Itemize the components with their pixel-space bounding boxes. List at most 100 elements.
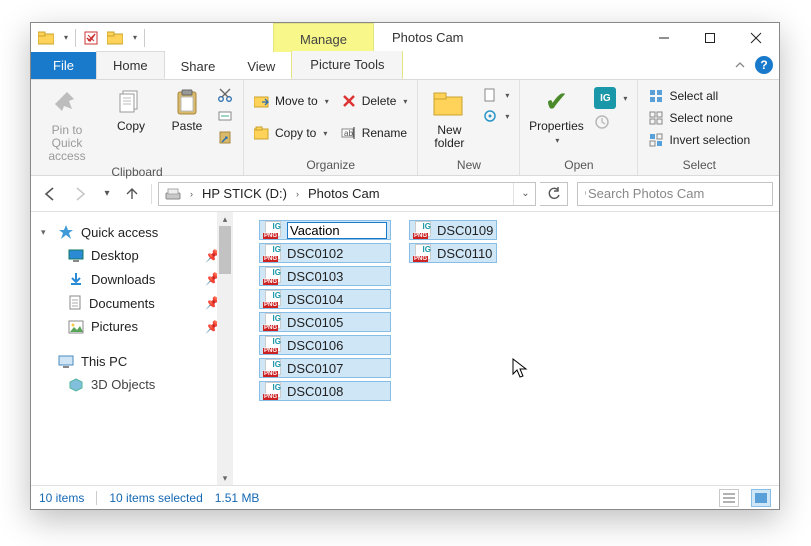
properties-checkmark-icon: ✔	[540, 86, 572, 118]
search-input[interactable]	[586, 185, 766, 202]
paste-button[interactable]: Paste	[165, 84, 209, 133]
address-drive-icon[interactable]	[159, 183, 187, 205]
file-name: DSC0108	[287, 384, 343, 399]
tab-share[interactable]: Share	[165, 53, 232, 79]
status-selected-count: 10 items selected	[109, 491, 202, 505]
file-item-renaming[interactable]: IGPNG	[259, 220, 391, 240]
qat-properties-icon[interactable]	[80, 27, 102, 49]
open-with-button[interactable]: IG▾	[590, 86, 631, 110]
file-item[interactable]: IGPNG DSC0104	[259, 289, 391, 309]
maximize-button[interactable]	[687, 23, 733, 52]
properties-button[interactable]: ✔ Properties ▾	[526, 84, 586, 147]
delete-button[interactable]: Delete▾	[337, 92, 412, 110]
collapse-ribbon-button[interactable]	[733, 58, 749, 74]
rename-icon: ab	[341, 125, 357, 141]
rename-button[interactable]: ab Rename	[337, 124, 412, 142]
file-item[interactable]: IGPNGDSC0110	[409, 243, 497, 263]
refresh-button[interactable]	[540, 182, 568, 206]
group-open: ✔ Properties ▾ IG▾ Open	[520, 80, 638, 175]
nav-3d-objects[interactable]: 3D Objects	[31, 373, 230, 396]
nav-documents[interactable]: Documents 📌	[31, 291, 230, 315]
navigation-bar: ▾ › HP STICK (D:) › Photos Cam ⌄	[31, 176, 779, 212]
scroll-down-button[interactable]: ▾	[217, 471, 231, 485]
file-name: DSC0106	[287, 338, 343, 353]
address-caret[interactable]: ›	[187, 189, 196, 199]
png-file-icon: IGPNG	[263, 267, 283, 285]
file-name: DSC0104	[287, 292, 343, 307]
qat-folder-icon[interactable]	[35, 27, 57, 49]
select-all-button[interactable]: Select all	[644, 87, 754, 105]
copy-to-button[interactable]: Copy to▾	[250, 124, 333, 142]
tab-home[interactable]: Home	[96, 51, 165, 79]
address-segment-folder[interactable]: Photos Cam	[302, 183, 386, 205]
group-clipboard: Pin to Quick access Copy Paste	[31, 80, 244, 175]
scroll-thumb[interactable]	[219, 226, 231, 274]
copy-path-button[interactable]	[213, 107, 237, 125]
navpane-scrollbar[interactable]: ▴ ▾	[217, 212, 231, 485]
nav-this-pc[interactable]: ▸ This PC	[31, 350, 230, 373]
invert-selection-button[interactable]: Invert selection	[644, 131, 754, 149]
ribbon: Pin to Quick access Copy Paste	[31, 80, 779, 176]
file-item[interactable]: IGPNGDSC0107	[259, 358, 391, 378]
file-name: DSC0107	[287, 361, 343, 376]
cut-button[interactable]	[213, 86, 237, 104]
paste-shortcut-button[interactable]	[213, 128, 237, 146]
address-segment-drive[interactable]: HP STICK (D:)	[196, 183, 293, 205]
rename-input[interactable]	[287, 222, 387, 239]
back-button[interactable]	[37, 181, 63, 207]
paste-icon	[171, 86, 203, 118]
file-item[interactable]: IGPNGDSC0109	[409, 220, 497, 240]
pc-icon	[58, 355, 74, 369]
up-button[interactable]	[119, 181, 145, 207]
pin-to-quick-access-button[interactable]: Pin to Quick access	[37, 84, 97, 163]
file-list[interactable]: IGPNG IGPNGDSC0102IGPNGDSC0103IGPNGDSC01…	[231, 212, 779, 485]
downloads-icon	[68, 271, 84, 287]
scroll-up-button[interactable]: ▴	[217, 212, 231, 226]
qat-customize-dropdown[interactable]: ▾	[128, 33, 140, 42]
file-item[interactable]: IGPNG DSC0108	[259, 381, 391, 401]
view-thumbnails-button[interactable]	[751, 489, 771, 507]
tab-file[interactable]: File	[31, 52, 96, 79]
png-file-icon: IGPNG	[263, 313, 283, 331]
file-item[interactable]: IGPNGDSC0106	[259, 335, 391, 355]
invert-selection-icon	[648, 132, 664, 148]
qat-folder-dropdown[interactable]: ▾	[59, 33, 71, 42]
new-folder-icon	[431, 86, 467, 122]
nav-quick-access[interactable]: ▾ Quick access	[31, 220, 230, 244]
nav-downloads[interactable]: Downloads 📌	[31, 267, 230, 291]
minimize-button[interactable]	[641, 23, 687, 52]
file-item[interactable]: IGPNGDSC0103	[259, 266, 391, 286]
move-to-button[interactable]: Move to▾	[250, 92, 333, 110]
file-item[interactable]: IGPNGDSC0105	[259, 312, 391, 332]
nav-pictures[interactable]: Pictures 📌	[31, 315, 230, 338]
png-file-icon: IGPNG	[263, 290, 283, 308]
paste-shortcut-icon	[217, 129, 233, 145]
png-file-icon: IGPNG	[263, 382, 283, 400]
qat-newfolder-icon[interactable]	[104, 27, 126, 49]
new-folder-button[interactable]: New folder	[424, 84, 474, 150]
title-bar: ▾ ▾ Manage Photos Cam	[31, 23, 779, 52]
address-bar[interactable]: › HP STICK (D:) › Photos Cam ⌄	[158, 182, 536, 206]
nav-desktop[interactable]: Desktop 📌	[31, 244, 230, 267]
close-button[interactable]	[733, 23, 779, 52]
contextual-tab-manage[interactable]: Manage	[273, 23, 374, 52]
new-item-button[interactable]: ▾	[478, 86, 513, 104]
file-item[interactable]: IGPNGDSC0102	[259, 243, 391, 263]
search-box[interactable]	[577, 182, 773, 206]
recent-locations-button[interactable]: ▾	[97, 181, 115, 207]
copy-button[interactable]: Copy	[101, 84, 161, 133]
png-file-icon: IGPNG	[263, 244, 283, 262]
address-caret[interactable]: ›	[293, 189, 302, 199]
png-file-icon: IGPNG	[413, 244, 433, 262]
select-none-button[interactable]: Select none	[644, 109, 754, 127]
help-button[interactable]: ?	[755, 56, 773, 74]
address-history-dropdown[interactable]: ⌄	[513, 183, 535, 205]
content-area: ▾ Quick access Desktop 📌 Downloads 📌 Doc…	[31, 212, 779, 485]
history-button[interactable]	[590, 113, 631, 131]
easy-access-button[interactable]: ▾	[478, 107, 513, 125]
view-details-button[interactable]	[719, 489, 739, 507]
tab-view[interactable]: View	[231, 53, 291, 79]
window-title: Photos Cam	[374, 23, 464, 52]
tab-picture-tools[interactable]: Picture Tools	[291, 51, 403, 79]
forward-button[interactable]	[67, 181, 93, 207]
